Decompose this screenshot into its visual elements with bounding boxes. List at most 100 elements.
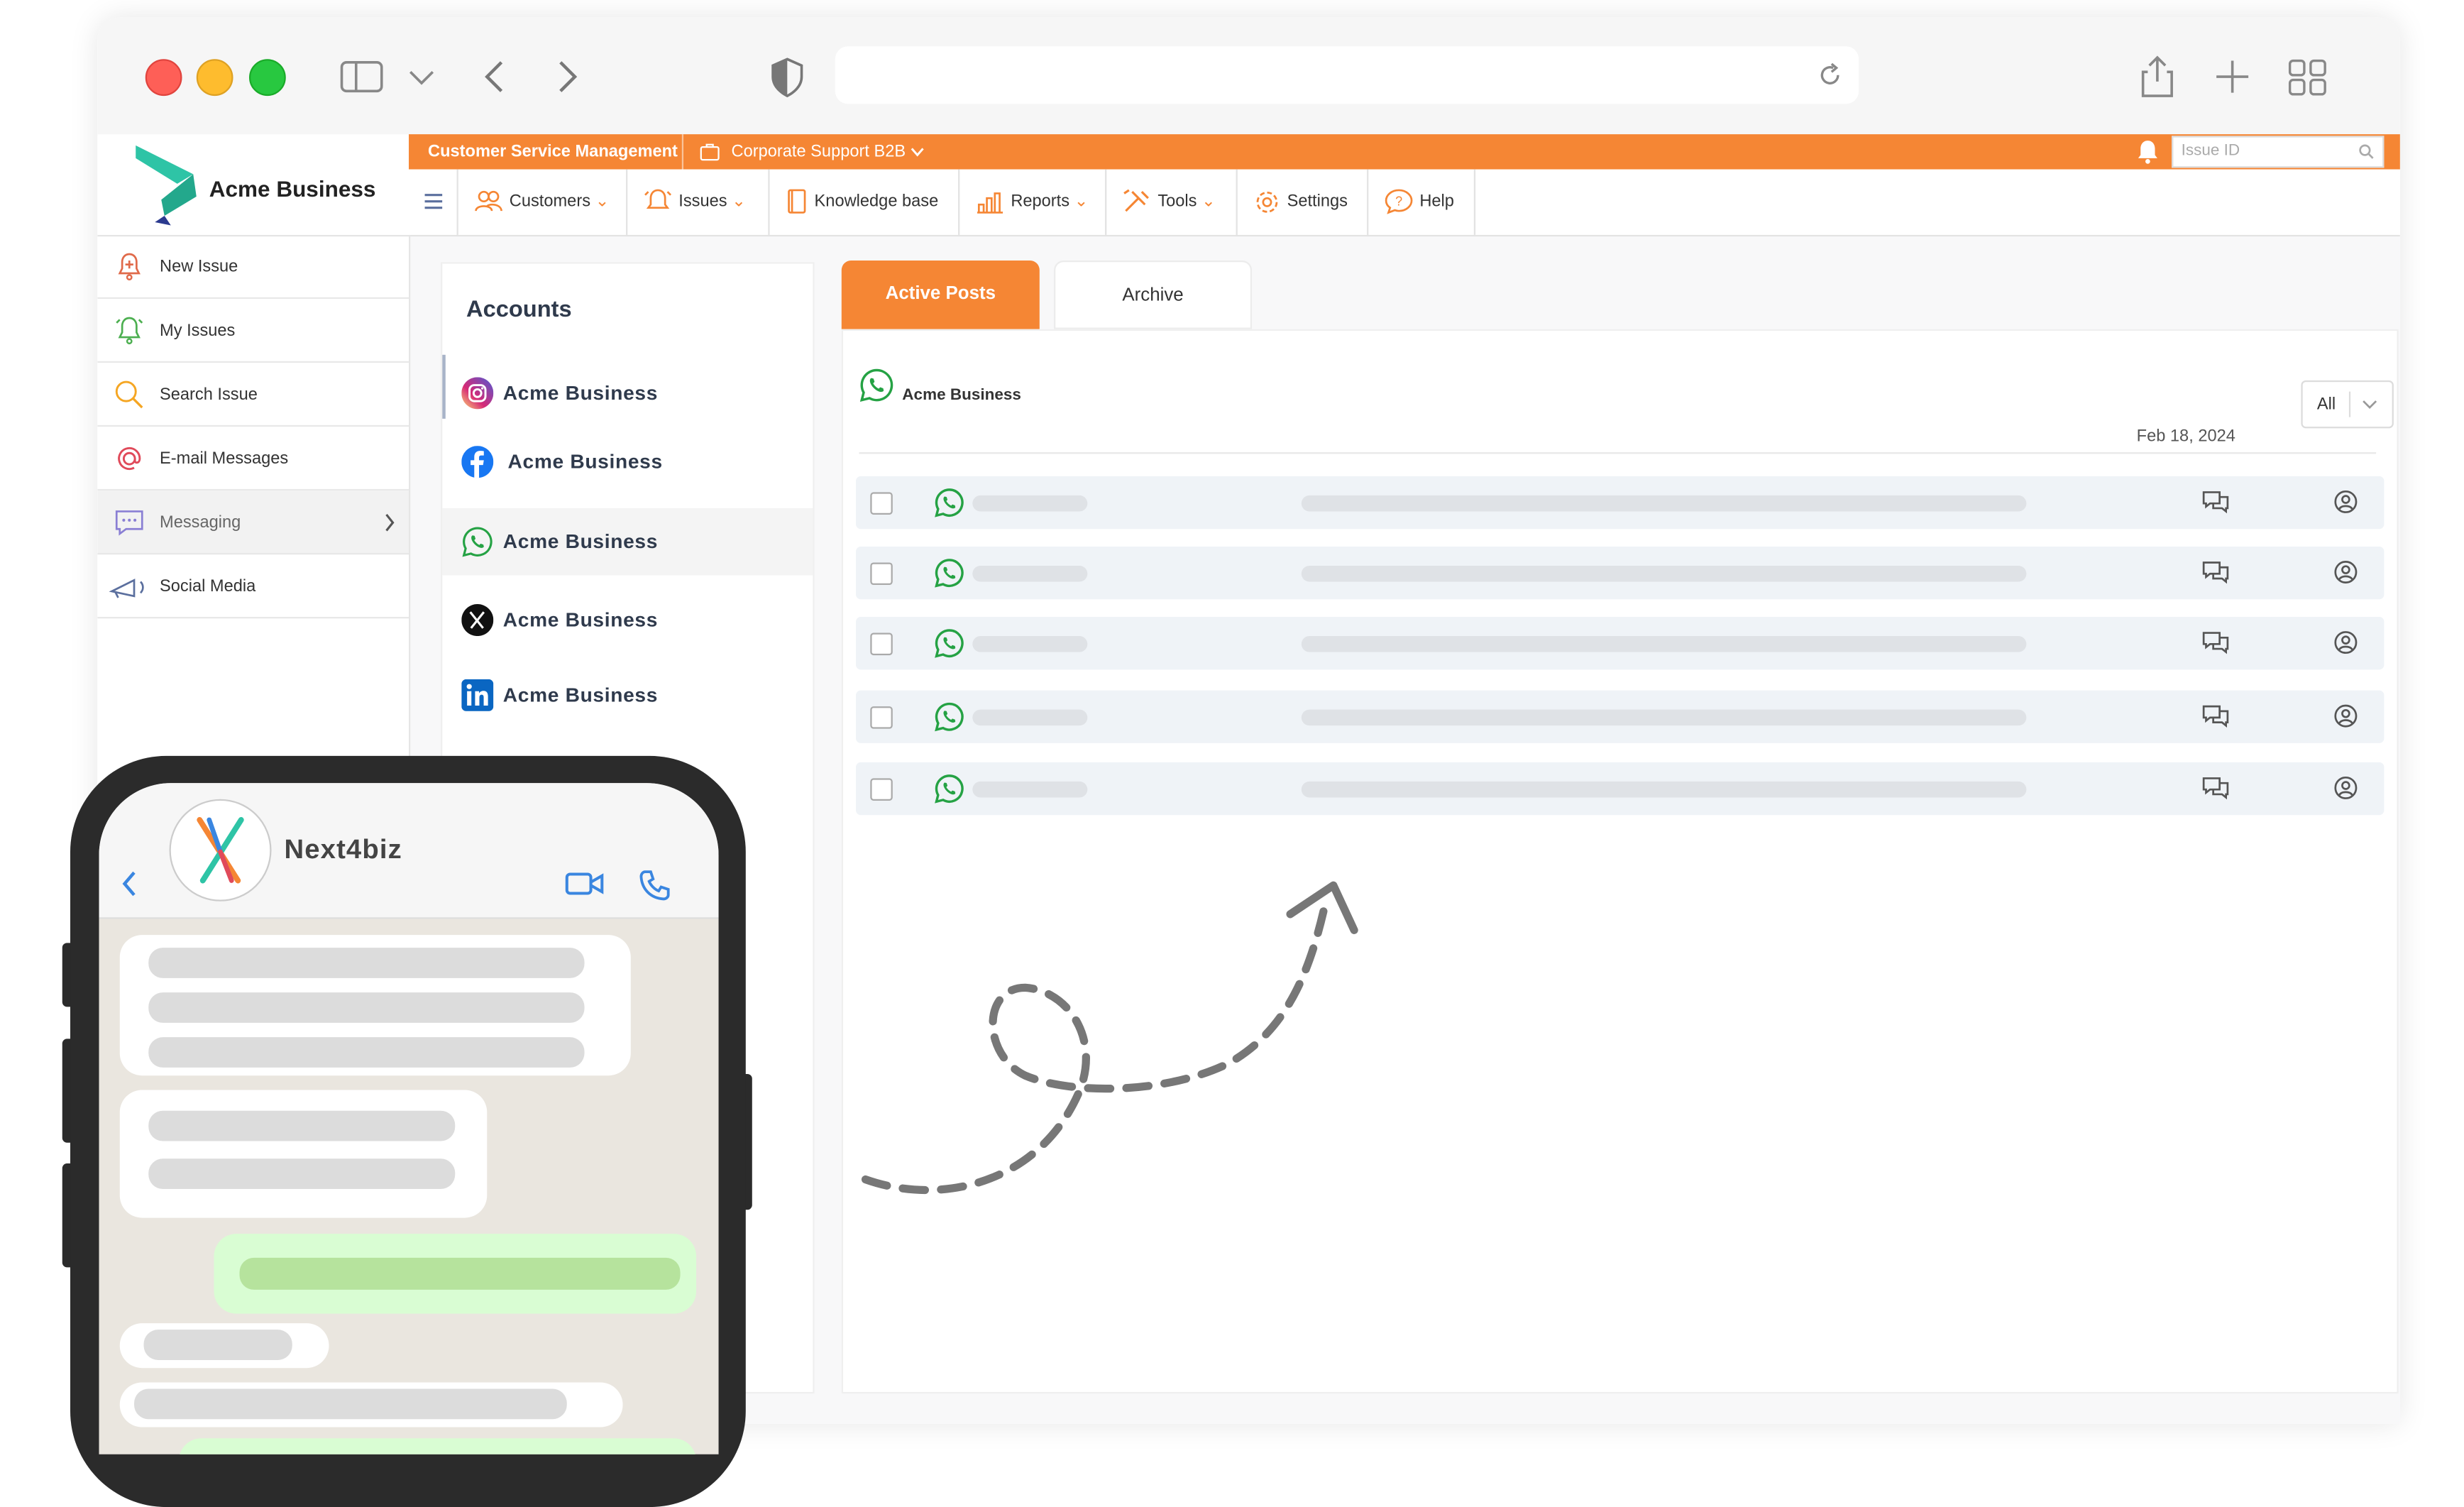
row-checkbox[interactable] <box>870 778 893 801</box>
bar-chart-icon <box>977 192 1003 214</box>
video-call-icon[interactable] <box>565 871 604 897</box>
row-checkbox[interactable] <box>870 562 893 586</box>
close-window-button[interactable] <box>145 59 182 97</box>
maximize-window-button[interactable] <box>249 59 286 97</box>
module-bar: Customer Service Management Corporate Su… <box>409 134 2400 170</box>
whatsapp-icon <box>462 527 493 557</box>
workspace-selector[interactable]: Corporate Support B2B <box>732 142 906 161</box>
dashed-arrow-icon <box>861 881 1358 1195</box>
bell-icon <box>116 317 143 345</box>
sidebar-item-new-issue[interactable]: New Issue <box>97 235 409 300</box>
at-icon <box>118 446 141 471</box>
whatsapp-icon <box>934 558 964 588</box>
whatsapp-icon <box>934 701 964 732</box>
search-icon[interactable] <box>2358 144 2375 160</box>
menu-toggle[interactable] <box>409 169 458 235</box>
tab-archive[interactable]: Archive <box>1054 260 1253 329</box>
row-text-placeholder <box>1301 781 2027 798</box>
shield-icon[interactable] <box>764 53 812 101</box>
account-instagram[interactable]: Acme Business <box>442 360 813 427</box>
row-text-placeholder <box>1301 565 2027 582</box>
sidebar-item-email-messages[interactable]: E-mail Messages <box>97 427 409 491</box>
issue-id-input[interactable]: Issue ID <box>2172 136 2385 168</box>
table-row[interactable] <box>856 762 2385 816</box>
row-checkbox[interactable] <box>870 706 893 729</box>
minimize-window-button[interactable] <box>196 59 233 97</box>
hamburger-icon <box>424 194 443 209</box>
x-icon <box>461 604 494 637</box>
forward-icon[interactable] <box>543 53 591 101</box>
assign-user-icon[interactable] <box>2333 703 2358 729</box>
back-icon[interactable] <box>120 870 139 899</box>
assign-user-icon[interactable] <box>2333 775 2358 801</box>
account-x[interactable]: Acme Business <box>442 586 813 654</box>
bell-icon[interactable] <box>2135 139 2160 165</box>
tab-active-posts[interactable]: Active Posts <box>841 260 1040 329</box>
whatsapp-icon <box>859 368 893 402</box>
nav-reports[interactable]: Reports ⌄ <box>959 169 1107 235</box>
filter-select[interactable]: All <box>2301 380 2394 429</box>
reply-icon[interactable] <box>2202 489 2229 516</box>
reload-icon[interactable] <box>1814 59 1846 91</box>
share-icon[interactable] <box>2133 53 2182 101</box>
account-whatsapp[interactable]: Acme Business <box>442 508 813 576</box>
browser-toolbar <box>97 17 2400 136</box>
chevron-down-icon <box>911 148 924 157</box>
nav-settings[interactable]: Settings <box>1238 169 1369 235</box>
phone-call-icon[interactable] <box>639 870 671 902</box>
nav-tools[interactable]: Tools ⌄ <box>1106 169 1238 235</box>
help-icon: ? <box>1385 190 1413 215</box>
new-tab-icon[interactable] <box>2209 53 2257 101</box>
incoming-message <box>119 1090 488 1218</box>
assign-user-icon[interactable] <box>2333 489 2358 515</box>
row-title-placeholder <box>972 781 1088 798</box>
row-text-placeholder <box>1301 495 2027 512</box>
whatsapp-icon <box>934 628 964 659</box>
avatar[interactable] <box>169 799 272 902</box>
table-row[interactable] <box>856 476 2385 530</box>
nav-help[interactable]: ? Help <box>1368 169 1476 235</box>
row-checkbox[interactable] <box>870 632 893 656</box>
sidebar-item-social-media[interactable]: Social Media <box>97 554 409 619</box>
sidebar-item-search-issue[interactable]: Search Issue <box>97 363 409 427</box>
brand-logo-icon <box>136 145 197 226</box>
chevron-down-icon[interactable] <box>397 53 446 101</box>
reply-icon[interactable] <box>2202 775 2229 802</box>
accounts-title: Accounts <box>466 297 572 323</box>
assign-user-icon[interactable] <box>2333 630 2358 655</box>
nav-knowledge-base[interactable]: Knowledge base <box>770 169 960 235</box>
assign-user-icon[interactable] <box>2333 559 2358 585</box>
sidebar-item-my-issues[interactable]: My Issues <box>97 299 409 363</box>
back-icon[interactable] <box>471 53 519 101</box>
reply-icon[interactable] <box>2202 703 2229 730</box>
facebook-icon <box>461 446 494 478</box>
reply-icon[interactable] <box>2202 630 2229 657</box>
post-date: Feb 18, 2024 <box>2136 427 2235 446</box>
address-bar[interactable] <box>835 46 1859 104</box>
sidebar-toggle-icon[interactable] <box>339 53 387 101</box>
chat-icon <box>115 510 143 536</box>
nav-customers[interactable]: Customers ⌄ <box>458 169 628 235</box>
outgoing-message <box>179 1438 697 1454</box>
bell-icon <box>644 190 671 209</box>
reply-icon[interactable] <box>2202 559 2229 586</box>
row-checkbox[interactable] <box>870 492 893 515</box>
linkedin-icon <box>461 679 494 711</box>
table-row[interactable] <box>856 546 2385 600</box>
post-account-name: Acme Business <box>902 386 1021 405</box>
table-row[interactable] <box>856 690 2385 743</box>
tab-overview-icon[interactable] <box>2284 53 2332 101</box>
account-facebook[interactable]: Acme Business <box>442 428 813 495</box>
chevron-down-icon <box>2363 400 2377 410</box>
main-nav: Customers ⌄ Issues ⌄ Knowledge base Repo… <box>409 169 2400 237</box>
account-linkedin[interactable]: Acme Business <box>442 662 813 729</box>
tools-icon <box>1123 190 1149 212</box>
row-text-placeholder <box>1301 709 2027 726</box>
module-title[interactable]: Customer Service Management <box>428 142 678 161</box>
sidebar-item-messaging[interactable]: Messaging <box>97 491 409 555</box>
logo[interactable]: Acme Business <box>97 134 409 237</box>
users-icon <box>475 191 502 212</box>
table-row[interactable] <box>856 617 2385 670</box>
nav-issues[interactable]: Issues ⌄ <box>627 169 770 235</box>
megaphone-icon <box>109 579 144 598</box>
